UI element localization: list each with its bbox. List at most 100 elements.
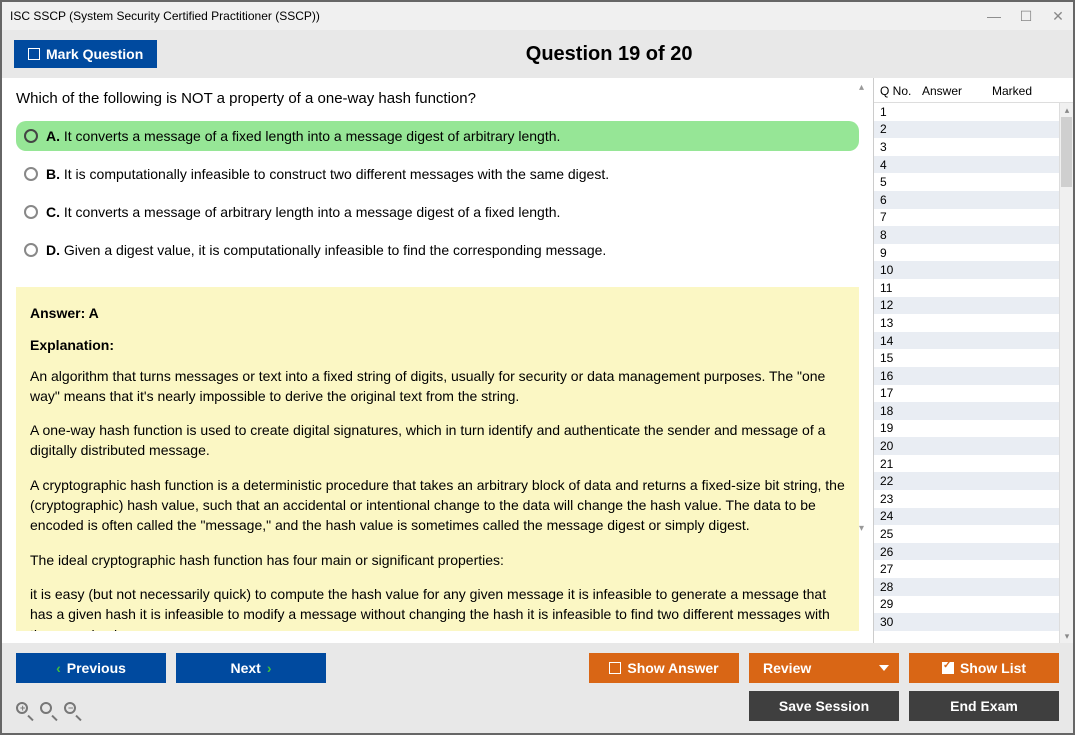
option-c[interactable]: C. It converts a message of arbitrary le… [16, 197, 859, 227]
radio-icon [24, 167, 38, 181]
col-qno: Q No. [880, 84, 922, 98]
row-number: 21 [880, 457, 922, 471]
row-number: 2 [880, 122, 922, 136]
end-exam-label: End Exam [950, 698, 1018, 714]
question-list-row[interactable]: 19 [874, 420, 1073, 438]
question-list-panel: Q No. Answer Marked 12345678910111213141… [873, 78, 1073, 643]
row-number: 4 [880, 158, 922, 172]
question-list-row[interactable]: 10 [874, 261, 1073, 279]
explanation-text: An algorithm that turns messages or text… [30, 366, 845, 631]
minimize-icon[interactable]: — [987, 9, 1001, 23]
explanation-paragraph: it is easy (but not necessarily quick) t… [30, 584, 845, 631]
row-number: 9 [880, 246, 922, 260]
question-list-row[interactable]: 6 [874, 191, 1073, 209]
question-list-row[interactable]: 14 [874, 332, 1073, 350]
question-list-header: Q No. Answer Marked [874, 78, 1073, 103]
checkbox-icon [28, 48, 40, 60]
row-number: 15 [880, 351, 922, 365]
question-counter: Question 19 of 20 [157, 43, 1061, 66]
question-list-row[interactable]: 30 [874, 613, 1073, 631]
close-icon[interactable]: ✕ [1051, 9, 1065, 23]
row-number: 12 [880, 298, 922, 312]
option-a[interactable]: A. It converts a message of a fixed leng… [16, 121, 859, 151]
option-text: C. It converts a message of arbitrary le… [46, 204, 560, 220]
review-button[interactable]: Review [749, 653, 899, 683]
scrollbar[interactable]: ▴ ▾ [1059, 103, 1073, 643]
zoom-out-icon[interactable]: − [64, 702, 82, 720]
question-list-row[interactable]: 13 [874, 314, 1073, 332]
option-b[interactable]: B. It is computationally infeasible to c… [16, 159, 859, 189]
question-list[interactable]: 1234567891011121314151617181920212223242… [874, 103, 1073, 643]
row-number: 8 [880, 228, 922, 242]
question-list-row[interactable]: 9 [874, 244, 1073, 262]
question-list-row[interactable]: 7 [874, 209, 1073, 227]
question-list-row[interactable]: 21 [874, 455, 1073, 473]
button-row: ‹ Previous Next › Show Answer Review Sho… [16, 653, 1059, 683]
col-answer: Answer [922, 84, 992, 98]
question-list-row[interactable]: 29 [874, 596, 1073, 614]
row-number: 7 [880, 210, 922, 224]
question-list-row[interactable]: 5 [874, 173, 1073, 191]
row-number: 6 [880, 193, 922, 207]
question-list-row[interactable]: 15 [874, 349, 1073, 367]
question-list-row[interactable]: 18 [874, 402, 1073, 420]
question-list-row[interactable]: 24 [874, 508, 1073, 526]
scroll-up-icon[interactable]: ▴ [859, 82, 869, 92]
scroll-down-icon[interactable]: ▾ [859, 523, 869, 533]
show-list-button[interactable]: Show List [909, 653, 1059, 683]
titlebar: ISC SSCP (System Security Certified Prac… [2, 2, 1073, 30]
question-list-row[interactable]: 22 [874, 472, 1073, 490]
next-button[interactable]: Next › [176, 653, 326, 683]
row-number: 20 [880, 439, 922, 453]
row-number: 23 [880, 492, 922, 506]
previous-button[interactable]: ‹ Previous [16, 653, 166, 683]
question-list-row[interactable]: 11 [874, 279, 1073, 297]
question-list-row[interactable]: 26 [874, 543, 1073, 561]
question-list-row[interactable]: 28 [874, 578, 1073, 596]
question-list-row[interactable]: 12 [874, 297, 1073, 315]
top-toolbar: Mark Question Question 19 of 20 [2, 30, 1073, 78]
question-list-row[interactable]: 16 [874, 367, 1073, 385]
answer-box: Answer: A Explanation: An algorithm that… [16, 287, 859, 631]
scroll-thumb[interactable] [1061, 117, 1072, 187]
question-list-row[interactable]: 27 [874, 560, 1073, 578]
row-number: 29 [880, 597, 922, 611]
window-title: ISC SSCP (System Security Certified Prac… [10, 9, 987, 23]
radio-icon [24, 243, 38, 257]
question-list-row[interactable]: 17 [874, 385, 1073, 403]
option-d[interactable]: D. Given a digest value, it is computati… [16, 235, 859, 265]
scroll-down-icon[interactable]: ▾ [1060, 629, 1073, 643]
mark-question-button[interactable]: Mark Question [14, 40, 157, 68]
explanation-label: Explanation: [30, 335, 845, 355]
question-list-row[interactable]: 2 [874, 121, 1073, 139]
row-number: 24 [880, 509, 922, 523]
scroll-up-icon[interactable]: ▴ [1060, 103, 1073, 117]
answer-title: Answer: A [30, 303, 845, 323]
zoom-in-icon[interactable]: + [16, 702, 34, 720]
row-number: 19 [880, 421, 922, 435]
save-session-label: Save Session [779, 698, 869, 714]
end-exam-button[interactable]: End Exam [909, 691, 1059, 721]
chevron-right-icon: › [267, 660, 272, 676]
save-session-button[interactable]: Save Session [749, 691, 899, 721]
question-list-row[interactable]: 8 [874, 226, 1073, 244]
chevron-left-icon: ‹ [56, 660, 61, 676]
question-list-row[interactable]: 23 [874, 490, 1073, 508]
show-answer-button[interactable]: Show Answer [589, 653, 739, 683]
row-number: 18 [880, 404, 922, 418]
zoom-reset-icon[interactable] [40, 702, 58, 720]
question-list-row[interactable]: 25 [874, 525, 1073, 543]
question-prompt: Which of the following is NOT a property… [16, 90, 859, 107]
row-number: 26 [880, 545, 922, 559]
review-label: Review [763, 660, 811, 676]
question-list-row[interactable]: 20 [874, 437, 1073, 455]
show-list-label: Show List [960, 660, 1026, 676]
zoom-controls: + − [16, 702, 82, 720]
question-list-row[interactable]: 4 [874, 156, 1073, 174]
row-number: 17 [880, 386, 922, 400]
maximize-icon[interactable]: ☐ [1019, 9, 1033, 23]
options-list: A. It converts a message of a fixed leng… [16, 121, 859, 265]
row-number: 27 [880, 562, 922, 576]
question-list-row[interactable]: 1 [874, 103, 1073, 121]
question-list-row[interactable]: 3 [874, 138, 1073, 156]
